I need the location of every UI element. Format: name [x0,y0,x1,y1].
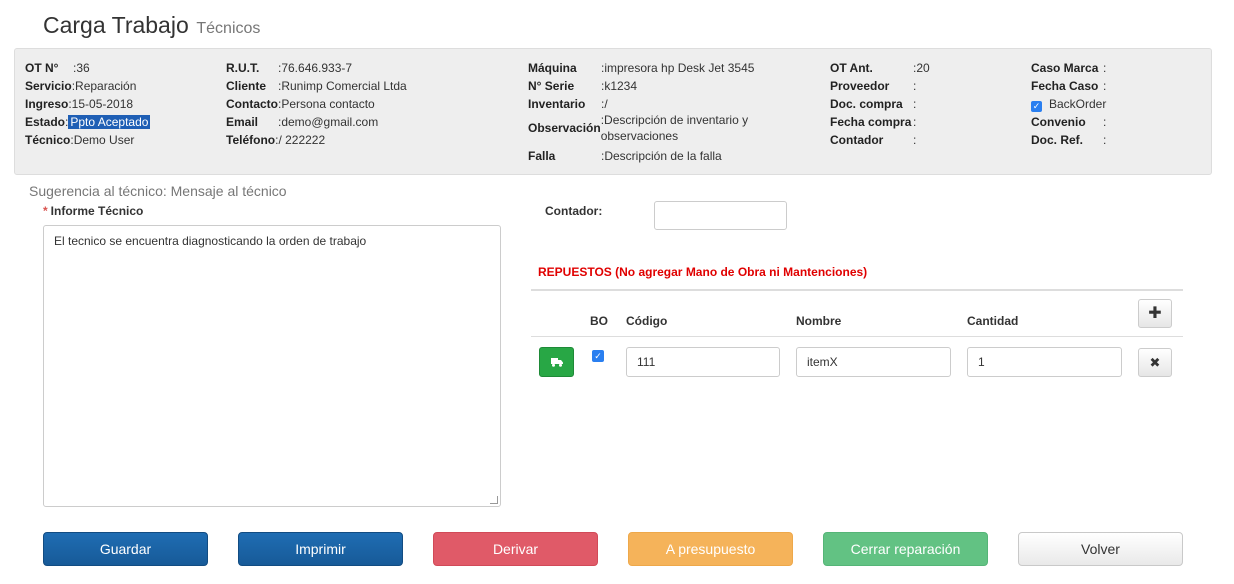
bo-checkbox[interactable]: ✓ [592,350,604,362]
info-fecha-compra: Fecha compra: [830,115,917,129]
info-proveedor: Proveedor: [830,79,917,93]
info-estado: Estado: Ppto Aceptado [25,115,151,129]
presupuesto-button[interactable]: A presupuesto [628,532,793,566]
nombre-input[interactable]: itemX [796,347,951,377]
estado-value: Ppto Aceptado [68,115,151,129]
table-divider [531,289,1183,291]
guardar-button[interactable]: Guardar [43,532,208,566]
cantidad-input[interactable]: 1 [967,347,1122,377]
info-maquina: Máquina:impresora hp Desk Jet 3545 [528,61,755,75]
info-contacto: Contacto:Persona contacto [226,97,375,111]
truck-icon [551,358,563,367]
page-title: Carga Trabajo Técnicos [43,12,260,39]
order-info-panel: OT N°:36 Servicio:Reparación Ingreso:15-… [14,48,1212,175]
info-convenio: Convenio: [1031,115,1107,129]
column-header-cantidad: Cantidad [967,314,1019,328]
info-serie: N° Serie:k1234 [528,79,638,93]
info-ingreso: Ingreso:15-05-2018 [25,97,134,111]
info-rut: R.U.T.:76.646.933-7 [226,61,353,75]
info-servicio: Servicio:Reparación [25,79,137,93]
derivar-button[interactable]: Derivar [433,532,598,566]
info-observacion: Observación:Descripción de inventario y … [528,113,749,143]
info-fecha-caso: Fecha Caso: [1031,79,1107,93]
technician-suggestion: Sugerencia al técnico: Mensaje al técnic… [29,183,287,199]
info-cliente: Cliente:Runimp Comercial Ltda [226,79,407,93]
info-ot-ant: OT Ant.:20 [830,61,930,75]
resize-grip-icon[interactable] [490,496,498,504]
info-doc-ref: Doc. Ref.: [1031,133,1107,147]
info-inventario: Inventario:/ [528,97,608,111]
info-email: Email:demo@gmail.com [226,115,379,129]
contador-input[interactable] [654,201,787,230]
volver-button[interactable]: Volver [1018,532,1183,566]
info-falla: Falla:Descripción de la falla [528,149,722,163]
codigo-input[interactable]: 111 [626,347,780,377]
contador-label: Contador: [545,204,603,218]
info-tecnico: Técnico:Demo User [25,133,135,147]
info-contador: Contador: [830,133,917,147]
column-header-codigo: Código [626,314,668,328]
informe-textarea[interactable]: El tecnico se encuentra diagnosticando l… [43,225,501,507]
table-header-divider [531,336,1183,337]
truck-button[interactable] [539,347,574,377]
add-repuesto-button[interactable]: ✚ [1138,299,1172,328]
informe-text: El tecnico se encuentra diagnosticando l… [54,234,367,248]
column-header-nombre: Nombre [796,314,842,328]
plus-icon: ✚ [1148,305,1162,322]
page-subtitle: Técnicos [196,20,261,37]
required-mark: * [43,204,48,218]
repuestos-title: REPUESTOS (No agregar Mano de Obra ni Ma… [538,265,868,279]
imprimir-button[interactable]: Imprimir [238,532,403,566]
informe-label: * Informe Técnico [43,204,144,218]
column-header-bo: BO [590,314,608,328]
info-caso-marca: Caso Marca: [1031,61,1107,75]
page-title-main: Carga Trabajo [43,12,189,38]
info-ot-number: OT N°:36 [25,61,90,75]
remove-repuesto-button[interactable]: ✖ [1138,348,1172,377]
info-telefono: Teléfono:/ 222222 [226,133,326,147]
close-icon: ✖ [1149,355,1161,370]
info-doc-compra: Doc. compra: [830,97,917,111]
backorder-checkbox[interactable]: ✓ [1031,101,1042,112]
info-backorder: ✓ BackOrder [1031,97,1107,112]
cerrar-reparacion-button[interactable]: Cerrar reparación [823,532,988,566]
